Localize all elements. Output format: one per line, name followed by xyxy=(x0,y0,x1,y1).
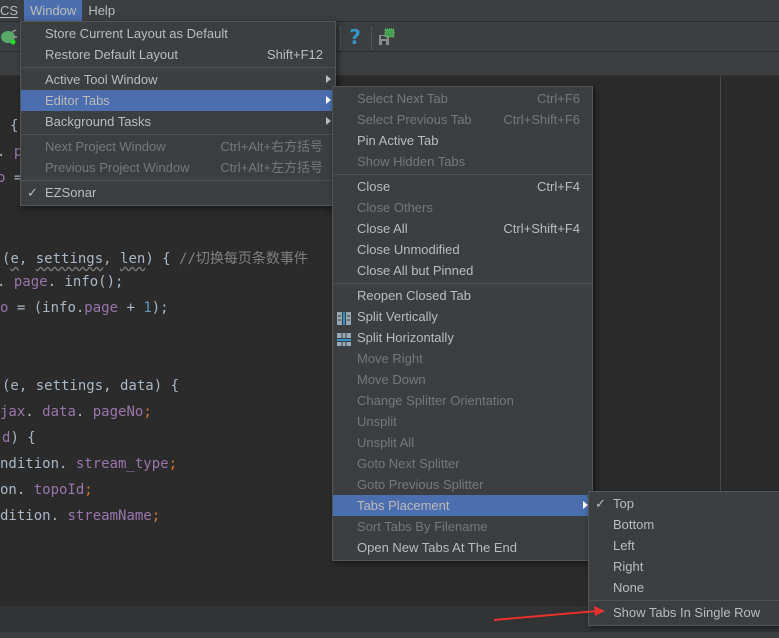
menu-item-close[interactable]: Close Ctrl+F4 xyxy=(333,176,592,197)
menu-item-goto-previous-splitter[interactable]: Goto Previous Splitter xyxy=(333,474,592,495)
menu-item-placement-top[interactable]: ✓ Top xyxy=(589,493,779,514)
shortcut-label: Ctrl+Shift+F4 xyxy=(503,221,580,236)
window-menu: Store Current Layout as Default Restore … xyxy=(20,21,336,206)
menu-item-placement-none[interactable]: None xyxy=(589,577,779,598)
menu-separator xyxy=(333,283,592,284)
menu-item-editor-tabs[interactable]: Editor Tabs xyxy=(21,90,335,111)
split-horizontally-icon xyxy=(337,331,351,346)
menu-item-show-tabs-single-row[interactable]: Show Tabs In Single Row xyxy=(589,602,779,623)
submenu-arrow-icon xyxy=(326,75,331,83)
bug-icon[interactable] xyxy=(0,27,20,47)
menu-item-active-tool-window[interactable]: Active Tool Window xyxy=(21,69,335,90)
toolbar-separator xyxy=(340,27,341,49)
code-comment: //切换每页条数事件 xyxy=(179,251,308,267)
menu-item-split-horizontally[interactable]: Split Horizontally xyxy=(333,327,592,348)
code-line: ndition. stream_type; xyxy=(0,456,178,472)
menu-item-restore-layout[interactable]: Restore Default Layout Shift+F12 xyxy=(21,44,335,65)
menu-item-placement-left[interactable]: Left xyxy=(589,535,779,556)
menu-item-close-others[interactable]: Close Others xyxy=(333,197,592,218)
menu-separator xyxy=(21,180,335,181)
menu-vcs[interactable]: CS xyxy=(0,0,24,21)
menu-item-select-next-tab[interactable]: Select Next Tab Ctrl+F6 xyxy=(333,88,592,109)
menu-item-placement-bottom[interactable]: Bottom xyxy=(589,514,779,535)
menu-item-tabs-placement[interactable]: Tabs Placement xyxy=(333,495,592,516)
menu-item-move-down[interactable]: Move Down xyxy=(333,369,592,390)
bottom-strip xyxy=(0,632,779,638)
menu-item-ezsonar[interactable]: ✓ EZSonar xyxy=(21,182,335,203)
shortcut-label: Ctrl+Alt+左方括号 xyxy=(220,160,323,175)
menu-item-unsplit-all[interactable]: Unsplit All xyxy=(333,432,592,453)
check-icon: ✓ xyxy=(595,496,606,511)
shortcut-label: Ctrl+Alt+右方括号 xyxy=(220,139,323,154)
save-plugin-icon[interactable] xyxy=(378,27,398,47)
menu-item-goto-next-splitter[interactable]: Goto Next Splitter xyxy=(333,453,592,474)
menu-item-reopen-closed-tab[interactable]: Reopen Closed Tab xyxy=(333,285,592,306)
menu-item-change-splitter-orientation[interactable]: Change Splitter Orientation xyxy=(333,390,592,411)
menu-item-open-new-tabs-at-end[interactable]: Open New Tabs At The End xyxy=(333,537,592,558)
shortcut-label: Ctrl+F6 xyxy=(537,91,580,106)
shortcut-label: Ctrl+Shift+F6 xyxy=(503,112,580,127)
code-line: { xyxy=(10,118,19,134)
menu-item-close-all-but-pinned[interactable]: Close All but Pinned xyxy=(333,260,592,281)
toolbar-separator xyxy=(371,27,372,49)
code-line: on. topoId; xyxy=(0,482,93,498)
menu-help[interactable]: Help xyxy=(82,0,121,21)
submenu-arrow-icon xyxy=(326,117,331,125)
menu-item-select-previous-tab[interactable]: Select Previous Tab Ctrl+Shift+F6 xyxy=(333,109,592,130)
shortcut-label: Ctrl+F4 xyxy=(537,179,580,194)
menu-item-show-hidden-tabs[interactable]: Show Hidden Tabs xyxy=(333,151,592,172)
menu-item-split-vertically[interactable]: Split Vertically xyxy=(333,306,592,327)
help-icon[interactable]: ? xyxy=(345,27,365,47)
menu-separator xyxy=(589,600,779,601)
menu-item-previous-project-window[interactable]: Previous Project Window Ctrl+Alt+左方括号 xyxy=(21,157,335,178)
editor-tabs-submenu: Select Next Tab Ctrl+F6 Select Previous T… xyxy=(332,86,593,561)
code-line: o = (info.page + 1); xyxy=(0,300,169,316)
split-vertically-icon xyxy=(337,310,351,325)
code-line: . page. info(); xyxy=(0,274,124,290)
code-line: jax. data. pageNo; xyxy=(0,404,152,420)
shortcut-label: Shift+F12 xyxy=(266,47,323,62)
menu-item-close-unmodified[interactable]: Close Unmodified xyxy=(333,239,592,260)
code-line: (e, settings, data) { xyxy=(2,378,180,394)
menu-item-next-project-window[interactable]: Next Project Window Ctrl+Alt+右方括号 xyxy=(21,136,335,157)
menu-separator xyxy=(333,174,592,175)
tabs-placement-submenu: ✓ Top Bottom Left Right None Show Tabs In… xyxy=(588,491,779,626)
menu-item-store-layout[interactable]: Store Current Layout as Default xyxy=(21,23,335,44)
code-line: (e, settings, len) { //切换每页条数事件 xyxy=(2,251,308,267)
code-line: o = xyxy=(0,170,23,186)
menu-item-sort-tabs-by-filename[interactable]: Sort Tabs By Filename xyxy=(333,516,592,537)
menu-window[interactable]: Window xyxy=(24,0,83,21)
menu-item-pin-active-tab[interactable]: Pin Active Tab xyxy=(333,130,592,151)
menu-item-background-tasks[interactable]: Background Tasks xyxy=(21,111,335,132)
check-icon: ✓ xyxy=(27,185,38,200)
menu-separator xyxy=(21,67,335,68)
code-line: . p xyxy=(0,144,23,160)
menu-item-close-all[interactable]: Close All Ctrl+Shift+F4 xyxy=(333,218,592,239)
code-line: d) { xyxy=(2,430,36,446)
menu-item-placement-right[interactable]: Right xyxy=(589,556,779,577)
menu-item-unsplit[interactable]: Unsplit xyxy=(333,411,592,432)
submenu-arrow-icon xyxy=(326,96,331,104)
menu-separator xyxy=(21,134,335,135)
menu-bar: CS Window Help xyxy=(0,0,779,21)
code-line: dition. streamName; xyxy=(0,508,161,524)
menu-item-move-right[interactable]: Move Right xyxy=(333,348,592,369)
